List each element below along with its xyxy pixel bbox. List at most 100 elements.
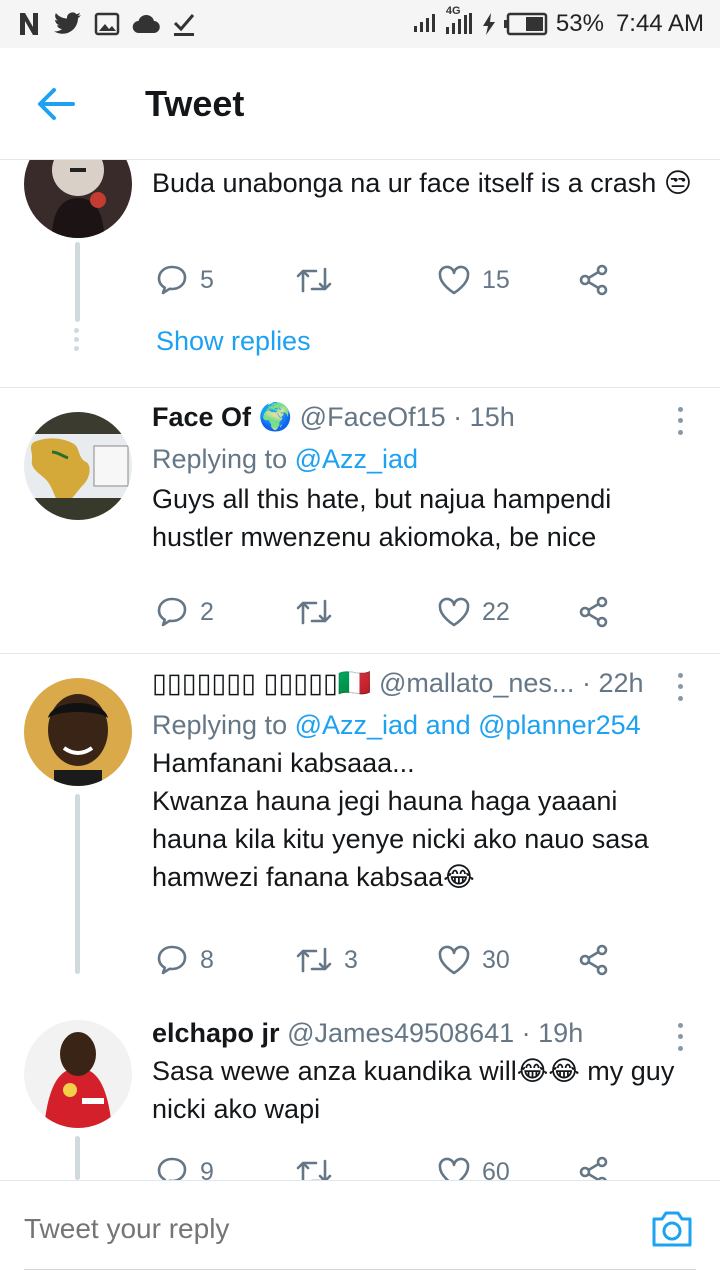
retweet-button[interactable] [296,1150,344,1180]
display-name[interactable]: Face Of 🌍 [152,402,292,432]
separator: · [453,402,463,432]
replying-to: Replying to @Azz_iad and @planner254 [152,708,641,742]
more-options-button[interactable] [670,404,690,438]
tweet-feed[interactable]: Buda unabonga na ur face itself is a cra… [0,160,720,1180]
tweet-header: ▯▯▯▯▯▯▯ ▯▯▯▯▯🇮🇹 @mallato_nes... · 22h [152,666,644,700]
reply-count: 8 [200,945,214,974]
tweet-actions: 5 15 [152,258,672,302]
display-name[interactable]: elchapo jr [152,1018,280,1048]
reply-count: 9 [200,1157,214,1181]
avatar[interactable] [24,678,132,786]
like-count: 15 [482,265,510,294]
reply-button[interactable]: 8 [156,938,214,982]
share-icon [579,1156,608,1180]
thread-line [75,1136,80,1180]
reply-composer [0,1180,720,1280]
avatar[interactable] [24,160,132,238]
like-button[interactable]: 22 [438,590,510,634]
share-button[interactable] [578,1150,610,1180]
reply-icon [157,945,187,975]
reply-icon [157,597,187,627]
status-bar: 4G 53% 7:44 AM [0,0,720,48]
tweet-header: Face Of 🌍 @FaceOf15 · 15h [152,400,515,434]
back-button[interactable] [24,78,88,130]
reply-icon [157,1157,187,1180]
more-options-button[interactable] [670,1020,690,1054]
display-name[interactable]: ▯▯▯▯▯▯▯ ▯▯▯▯▯🇮🇹 [152,668,371,698]
avatar[interactable] [24,1020,132,1128]
separator: · [581,668,591,698]
heart-icon [438,597,470,627]
twitter-icon [54,12,82,36]
battery-icon [503,12,548,36]
signal-icon: 4G [444,5,474,35]
retweet-button[interactable] [296,590,344,634]
arrow-left-icon [38,88,75,120]
retweet-count: 3 [344,945,358,974]
share-icon [579,944,608,976]
heart-icon [438,1157,470,1180]
cloud-icon [132,14,160,34]
retweet-icon [296,267,332,293]
download-done-icon [172,11,196,37]
replying-prefix: Replying to [152,710,288,740]
tweet[interactable]: Buda unabonga na ur face itself is a cra… [0,160,720,388]
timestamp: 15h [469,402,515,432]
user-handle[interactable]: @mallato_nes... [379,668,575,698]
reply-count: 5 [200,265,214,294]
user-handle[interactable]: @FaceOf15 [300,402,446,432]
replying-to-link[interactable]: @Azz_iad and @planner254 [295,710,641,740]
like-button[interactable]: 15 [438,258,510,302]
replying-prefix: Replying to [152,444,288,474]
tweet-text: Sasa wewe anza kuandika will😂😂 my guy ni… [152,1056,675,1124]
tweet-actions: 2 22 [152,590,672,634]
share-button[interactable] [578,590,610,634]
more-options-button[interactable] [670,670,690,704]
like-button[interactable]: 30 [438,938,510,982]
thread-dots [74,328,80,355]
user-handle[interactable]: @James49508641 [287,1018,514,1048]
charging-icon [482,13,496,35]
notification-icons [16,8,196,40]
separator: · [521,1018,531,1048]
tweet[interactable]: ▯▯▯▯▯▯▯ ▯▯▯▯▯🇮🇹 @mallato_nes... · 22h Re… [0,654,720,999]
tweet-header: elchapo jr @James49508641 · 19h [152,1016,583,1050]
tweet[interactable]: elchapo jr @James49508641 · 19h Sasa wew… [0,1000,720,1180]
show-replies-link[interactable]: Show replies [156,326,311,357]
page-title: Tweet [145,83,245,124]
camera-icon [652,1211,692,1247]
share-button[interactable] [578,258,610,302]
top-app-bar: Tweet [0,48,720,160]
retweet-icon [296,599,332,625]
like-count: 22 [482,597,510,626]
system-icons: 4G 53% 7:44 AM [412,5,704,40]
gallery-icon [94,12,120,36]
reply-button[interactable]: 2 [156,590,214,634]
tweet-text: Guys all this hate, but najua hampendi h… [152,484,612,552]
share-button[interactable] [578,938,610,982]
timestamp: 22h [598,668,644,698]
netflix-icon [16,11,42,37]
like-count: 30 [482,945,510,974]
reply-button[interactable]: 5 [156,258,214,302]
avatar[interactable] [24,412,132,520]
replying-to-link[interactable]: @Azz_iad [295,444,418,474]
tweet-text: Hamfanani kabsaaa... Kwanza hauna jegi h… [152,748,649,892]
retweet-icon [296,1159,332,1180]
network-type: 4G [445,5,461,17]
reply-input[interactable] [24,1213,624,1245]
like-button[interactable]: 60 [438,1150,510,1180]
timestamp: 19h [538,1018,584,1048]
reply-button[interactable]: 9 [156,1150,214,1180]
heart-icon [438,265,470,295]
reply-count: 2 [200,597,214,626]
share-icon [579,264,608,296]
tweet-text: Buda unabonga na ur face itself is a cra… [152,168,692,198]
retweet-button[interactable] [296,258,344,302]
thread-line [75,794,80,974]
input-underline [24,1269,696,1270]
retweet-icon [296,947,332,973]
camera-button[interactable] [650,1209,694,1253]
retweet-button[interactable]: 3 [296,938,358,982]
like-count: 60 [482,1157,510,1181]
